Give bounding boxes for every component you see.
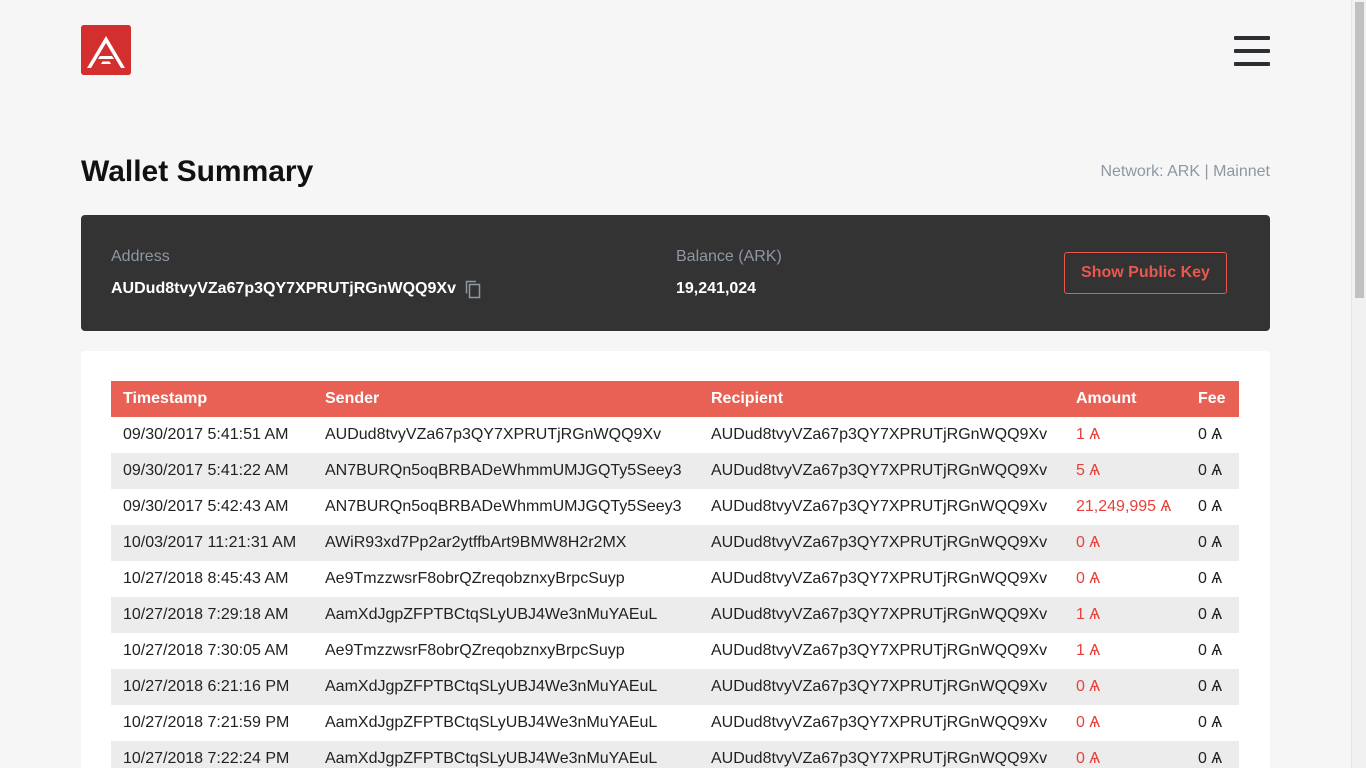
cell-amount: 0 Ѧ (1076, 750, 1101, 767)
table-row[interactable]: 10/27/2018 7:22:24 PM AamXdJgpZFPTBCtqSL… (111, 741, 1239, 768)
cell-recipient[interactable]: AUDud8tvyVZa67p3QY7XPRUTjRGnWQQ9Xv (699, 741, 1064, 768)
hamburger-menu-icon[interactable] (1234, 36, 1270, 66)
copy-icon[interactable] (463, 279, 483, 299)
cell-timestamp: 09/30/2017 5:41:22 AM (123, 462, 289, 479)
cell-timestamp: 10/27/2018 7:22:24 PM (123, 750, 290, 767)
cell-recipient[interactable]: AUDud8tvyVZa67p3QY7XPRUTjRGnWQQ9Xv (699, 453, 1064, 489)
cell-recipient[interactable]: AUDud8tvyVZa67p3QY7XPRUTjRGnWQQ9Xv (699, 705, 1064, 741)
column-header-sender[interactable]: Sender (313, 381, 699, 417)
cell-amount: 21,249,995 Ѧ (1076, 498, 1172, 515)
cell-sender[interactable]: Ae9TmzzwsrF8obrQZreqobznxyBrpcSuyp (313, 561, 699, 597)
cell-fee: 0 Ѧ (1198, 750, 1223, 767)
cell-amount: 0 Ѧ (1076, 714, 1101, 731)
menu-bar (1234, 49, 1270, 53)
cell-timestamp: 10/27/2018 7:30:05 AM (123, 642, 289, 659)
cell-amount: 0 Ѧ (1076, 678, 1101, 695)
cell-recipient[interactable]: AUDud8tvyVZa67p3QY7XPRUTjRGnWQQ9Xv (699, 417, 1064, 453)
cell-amount: 0 Ѧ (1076, 570, 1101, 587)
cell-recipient[interactable]: AUDud8tvyVZa67p3QY7XPRUTjRGnWQQ9Xv (699, 561, 1064, 597)
address-value: AUDud8tvyVZa67p3QY7XPRUTjRGnWQQ9Xv (111, 280, 456, 297)
cell-fee: 0 Ѧ (1198, 462, 1223, 479)
cell-fee: 0 Ѧ (1198, 570, 1223, 587)
page-scrollbar[interactable] (1351, 0, 1366, 768)
site-header (81, 25, 1270, 77)
cell-timestamp: 09/30/2017 5:42:43 AM (123, 498, 289, 515)
cell-amount: 1 Ѧ (1076, 642, 1101, 659)
cell-amount: 0 Ѧ (1076, 534, 1101, 551)
ark-logo-icon[interactable] (81, 25, 131, 75)
column-header-amount[interactable]: Amount (1064, 381, 1186, 417)
cell-sender[interactable]: AUDud8tvyVZa67p3QY7XPRUTjRGnWQQ9Xv (313, 417, 699, 453)
cell-fee: 0 Ѧ (1198, 534, 1223, 551)
cell-timestamp: 10/03/2017 11:21:31 AM (123, 534, 297, 551)
column-header-recipient[interactable]: Recipient (699, 381, 1064, 417)
cell-amount: 1 Ѧ (1076, 606, 1101, 623)
cell-sender[interactable]: AN7BURQn5oqBRBADeWhmmUMJGQTy5Seey3 (313, 453, 699, 489)
page-title: Wallet Summary (81, 155, 314, 188)
scrollbar-thumb[interactable] (1355, 2, 1364, 298)
cell-amount: 1 Ѧ (1076, 426, 1101, 443)
cell-recipient[interactable]: AUDud8tvyVZa67p3QY7XPRUTjRGnWQQ9Xv (699, 633, 1064, 669)
menu-bar (1234, 62, 1270, 66)
cell-fee: 0 Ѧ (1198, 426, 1223, 443)
column-header-timestamp[interactable]: Timestamp (111, 381, 313, 417)
cell-recipient[interactable]: AUDud8tvyVZa67p3QY7XPRUTjRGnWQQ9Xv (699, 489, 1064, 525)
menu-bar (1234, 36, 1270, 40)
table-row[interactable]: 10/27/2018 7:29:18 AM AamXdJgpZFPTBCtqSL… (111, 597, 1239, 633)
cell-fee: 0 Ѧ (1198, 642, 1223, 659)
cell-fee: 0 Ѧ (1198, 678, 1223, 695)
table-row[interactable]: 10/27/2018 6:21:16 PM AamXdJgpZFPTBCtqSL… (111, 669, 1239, 705)
table-row[interactable]: 09/30/2017 5:41:51 AM AUDud8tvyVZa67p3QY… (111, 417, 1239, 453)
show-public-key-button[interactable]: Show Public Key (1064, 252, 1227, 294)
table-row[interactable]: 10/27/2018 7:21:59 PM AamXdJgpZFPTBCtqSL… (111, 705, 1239, 741)
cell-timestamp: 10/27/2018 6:21:16 PM (123, 678, 290, 695)
table-header-row: Timestamp Sender Recipient Amount Fee (111, 381, 1239, 417)
cell-sender[interactable]: AWiR93xd7Pp2ar2ytffbArt9BMW8H2r2MX (313, 525, 699, 561)
cell-sender[interactable]: AN7BURQn5oqBRBADeWhmmUMJGQTy5Seey3 (313, 489, 699, 525)
cell-amount: 5 Ѧ (1076, 462, 1101, 479)
cell-fee: 0 Ѧ (1198, 714, 1223, 731)
network-label: Network: ARK | Mainnet (1100, 163, 1270, 180)
cell-sender[interactable]: Ae9TmzzwsrF8obrQZreqobznxyBrpcSuyp (313, 633, 699, 669)
balance-value: 19,241,024 (676, 280, 757, 297)
cell-fee: 0 Ѧ (1198, 606, 1223, 623)
cell-timestamp: 10/27/2018 8:45:43 AM (123, 570, 289, 587)
cell-timestamp: 10/27/2018 7:21:59 PM (123, 714, 290, 731)
cell-sender[interactable]: AamXdJgpZFPTBCtqSLyUBJ4We3nMuYAEuL (313, 597, 699, 633)
table-row[interactable]: 09/30/2017 5:42:43 AM AN7BURQn5oqBRBADeW… (111, 489, 1239, 525)
cell-recipient[interactable]: AUDud8tvyVZa67p3QY7XPRUTjRGnWQQ9Xv (699, 669, 1064, 705)
cell-sender[interactable]: AamXdJgpZFPTBCtqSLyUBJ4We3nMuYAEuL (313, 705, 699, 741)
table-row[interactable]: 10/27/2018 8:45:43 AM Ae9TmzzwsrF8obrQZr… (111, 561, 1239, 597)
title-row: Wallet Summary Network: ARK | Mainnet (81, 155, 1270, 195)
transactions-card: Timestamp Sender Recipient Amount Fee 09… (81, 351, 1270, 768)
table-row[interactable]: 09/30/2017 5:41:22 AM AN7BURQn5oqBRBADeW… (111, 453, 1239, 489)
cell-recipient[interactable]: AUDud8tvyVZa67p3QY7XPRUTjRGnWQQ9Xv (699, 525, 1064, 561)
cell-recipient[interactable]: AUDud8tvyVZa67p3QY7XPRUTjRGnWQQ9Xv (699, 597, 1064, 633)
cell-timestamp: 09/30/2017 5:41:51 AM (123, 426, 289, 443)
transactions-table: Timestamp Sender Recipient Amount Fee 09… (111, 381, 1239, 768)
address-label: Address (111, 248, 170, 265)
table-row[interactable]: 10/03/2017 11:21:31 AM AWiR93xd7Pp2ar2yt… (111, 525, 1239, 561)
column-header-fee[interactable]: Fee (1186, 381, 1239, 417)
cell-sender[interactable]: AamXdJgpZFPTBCtqSLyUBJ4We3nMuYAEuL (313, 741, 699, 768)
cell-fee: 0 Ѧ (1198, 498, 1223, 515)
cell-timestamp: 10/27/2018 7:29:18 AM (123, 606, 289, 623)
wallet-summary-panel: Address AUDud8tvyVZa67p3QY7XPRUTjRGnWQQ9… (81, 215, 1270, 331)
cell-sender[interactable]: AamXdJgpZFPTBCtqSLyUBJ4We3nMuYAEuL (313, 669, 699, 705)
table-row[interactable]: 10/27/2018 7:30:05 AM Ae9TmzzwsrF8obrQZr… (111, 633, 1239, 669)
balance-label: Balance (ARK) (676, 248, 782, 265)
